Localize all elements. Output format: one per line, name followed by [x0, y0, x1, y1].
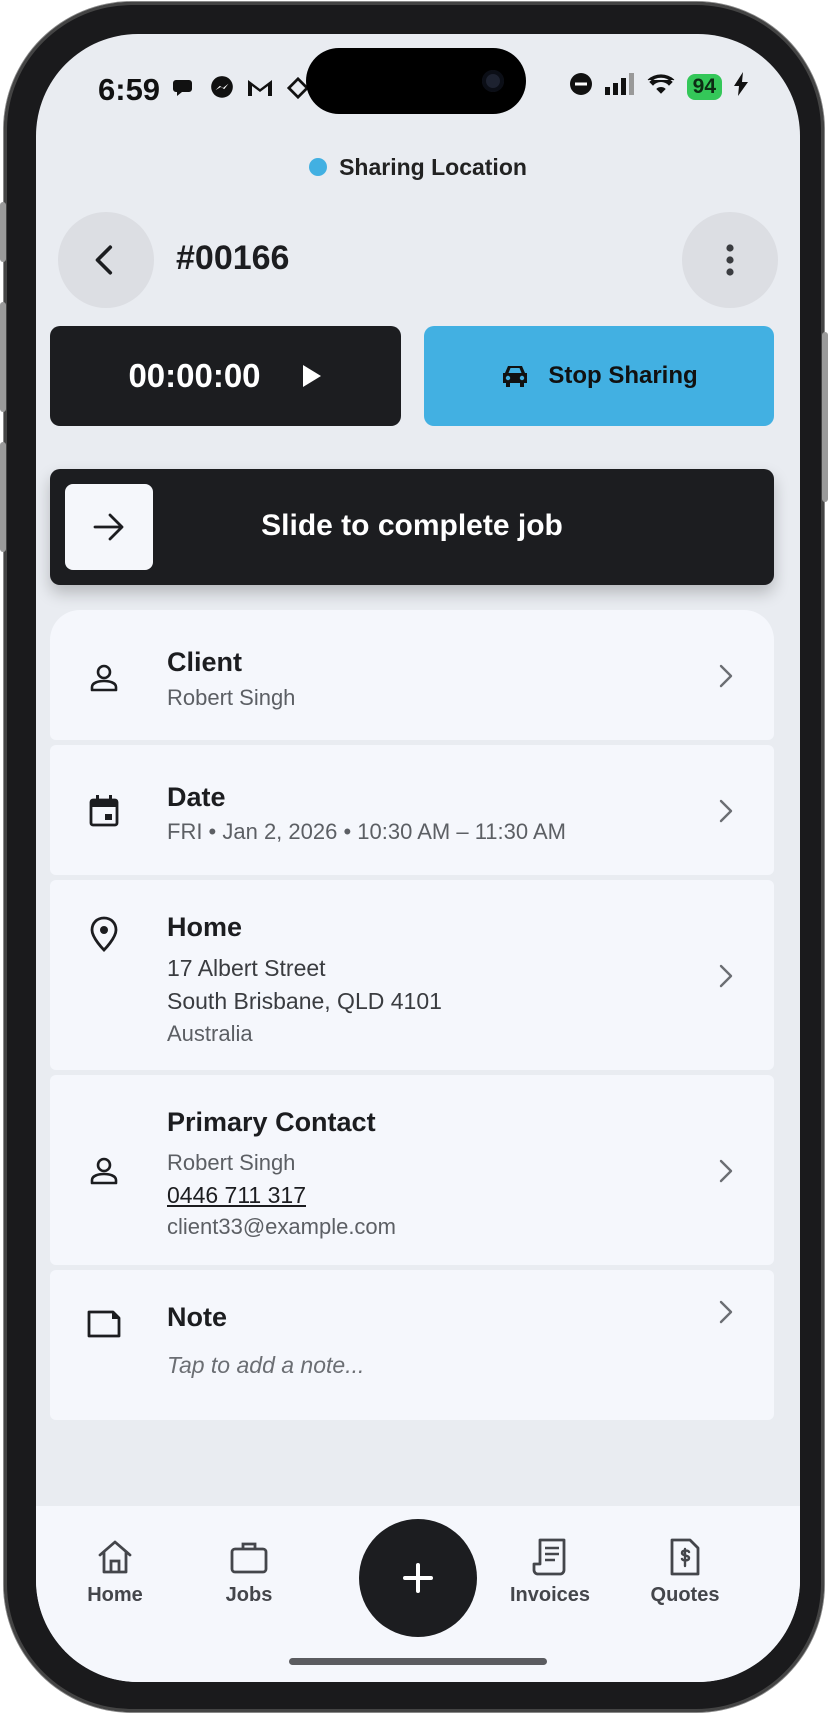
date-card[interactable]: Date FRI • Jan 2, 2026 • 10:30 AM – 11:3…	[50, 745, 774, 875]
volume-up-button	[0, 302, 6, 412]
chevron-right-icon	[716, 1299, 736, 1325]
gmail-icon	[246, 74, 274, 102]
quote-document-icon	[630, 1536, 740, 1578]
stop-sharing-label: Stop Sharing	[548, 362, 698, 389]
primary-contact-card[interactable]: Primary Contact Robert Singh 0446 711 31…	[50, 1075, 774, 1265]
play-icon	[302, 365, 321, 387]
nav-invoices-label: Invoices	[509, 1584, 591, 1606]
home-indicator	[289, 1658, 547, 1665]
sharing-status-dot	[309, 158, 328, 176]
nav-jobs[interactable]: Jobs	[194, 1536, 304, 1607]
nav-home-label: Home	[87, 1584, 143, 1606]
chevron-right-icon	[716, 798, 736, 824]
client-card[interactable]: Client Robert Singh	[50, 610, 774, 740]
system-status: 94	[569, 72, 748, 101]
screen: 6:59 94 Sharing Location #00166 00:00:00…	[36, 34, 800, 1682]
chevron-right-icon	[716, 663, 736, 689]
address-country: Australia	[167, 1021, 253, 1046]
home-icon	[60, 1536, 170, 1578]
note-icon	[86, 1306, 122, 1342]
contact-email[interactable]: client33@example.com	[167, 1214, 396, 1240]
contact-title: Primary Contact	[167, 1107, 376, 1137]
status-bar: 6:59 94	[36, 34, 800, 144]
contact-phone-link[interactable]: 0446 711 317	[167, 1182, 306, 1209]
wifi-icon	[647, 73, 675, 100]
more-options-button[interactable]	[682, 212, 778, 308]
date-value: FRI • Jan 2, 2026 • 10:30 AM – 11:30 AM	[167, 819, 567, 844]
job-number-title: #00166	[176, 239, 290, 277]
slider-label: Slide to complete job	[261, 509, 563, 542]
plus-icon	[403, 1563, 433, 1593]
note-title: Note	[167, 1302, 227, 1332]
receipt-icon	[495, 1536, 605, 1578]
date-title: Date	[167, 782, 226, 812]
location-pin-icon	[86, 916, 122, 952]
nav-jobs-label: Jobs	[225, 1584, 273, 1606]
client-name: Robert Singh	[167, 685, 296, 710]
chevron-right-icon	[716, 1158, 736, 1184]
camera-icon	[482, 70, 504, 92]
nav-home[interactable]: Home	[60, 1536, 170, 1607]
volume-down-button	[0, 442, 6, 552]
nav-invoices[interactable]: Invoices	[495, 1536, 605, 1607]
sharing-location-text: Sharing Location	[339, 154, 527, 180]
add-button[interactable]	[359, 1519, 477, 1637]
sharing-location-indicator: Sharing Location	[36, 154, 800, 181]
timer-value: 00:00:00	[128, 357, 261, 394]
note-placeholder[interactable]: Tap to add a note...	[167, 1352, 364, 1379]
chat-bubble-icon	[170, 74, 198, 102]
slide-to-complete-slider[interactable]: Slide to complete job	[50, 469, 774, 585]
do-not-disturb-icon	[569, 72, 593, 101]
dynamic-island	[306, 48, 526, 114]
person-icon	[86, 1153, 122, 1189]
stop-sharing-button[interactable]: Stop Sharing	[424, 326, 774, 426]
person-icon	[86, 660, 122, 696]
timer-button[interactable]: 00:00:00	[50, 326, 401, 426]
nav-quotes[interactable]: Quotes	[630, 1536, 740, 1607]
chevron-left-icon	[95, 245, 113, 275]
briefcase-icon	[194, 1536, 304, 1578]
client-title: Client	[167, 647, 243, 677]
bottom-navigation: Home Jobs Invoices Quotes	[36, 1506, 800, 1682]
chevron-right-icon	[716, 963, 736, 989]
more-vertical-icon	[726, 244, 734, 276]
phone-frame: 6:59 94 Sharing Location #00166 00:00:00…	[0, 2, 828, 1712]
address-line-1: 17 Albert Street	[167, 955, 326, 981]
battery-level: 94	[686, 73, 722, 100]
notification-icons	[170, 74, 312, 102]
signal-icon	[604, 73, 635, 100]
nav-quotes-label: Quotes	[650, 1584, 720, 1606]
power-button	[822, 332, 828, 502]
note-card[interactable]: Note Tap to add a note...	[50, 1270, 774, 1420]
messenger-icon	[208, 74, 236, 102]
location-title: Home	[167, 912, 243, 942]
address-line-2: South Brisbane, QLD 4101	[167, 988, 442, 1014]
action-button	[0, 202, 6, 262]
location-card[interactable]: Home 17 Albert Street South Brisbane, QL…	[50, 880, 774, 1070]
calendar-icon	[86, 793, 122, 829]
car-icon	[503, 366, 528, 387]
status-time: 6:59	[98, 72, 161, 107]
back-button[interactable]	[58, 212, 154, 308]
contact-name: Robert Singh	[167, 1150, 296, 1175]
charging-bolt-icon	[734, 72, 748, 101]
